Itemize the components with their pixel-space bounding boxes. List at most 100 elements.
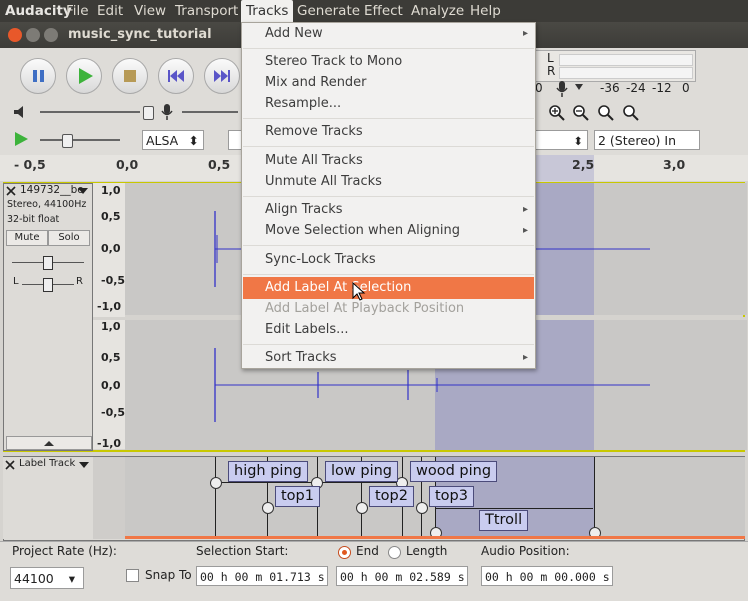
menu-item-add-new[interactable]: Add New ▸: [243, 23, 534, 45]
submenu-arrow-icon: ▸: [522, 225, 528, 236]
selection-end-field[interactable]: 00 h 00 m 02.589 s: [336, 566, 468, 586]
scale-label: -1,0: [97, 437, 122, 450]
menu-view[interactable]: View: [134, 3, 166, 19]
pan-thumb[interactable]: [43, 278, 53, 292]
label-top3[interactable]: top3: [429, 486, 474, 507]
meter-right-bar: [559, 67, 693, 79]
playback-device-select[interactable]: [228, 130, 242, 150]
label-marker-line: [215, 457, 216, 539]
mouse-cursor-icon: [352, 282, 366, 301]
label-grip[interactable]: [210, 477, 222, 489]
menu-item-add-label-selection[interactable]: Add Label At Selection: [243, 277, 534, 299]
menu-file[interactable]: File: [66, 3, 89, 19]
menu-item-mix-and-render[interactable]: Mix and Render: [243, 72, 534, 94]
record-mic-icon: [161, 104, 173, 120]
menu-item-unmute-all[interactable]: Unmute All Tracks: [243, 171, 534, 193]
meter-dropdown-icon[interactable]: [575, 83, 583, 91]
menu-item-edit-labels[interactable]: Edit Labels...: [243, 319, 534, 341]
label-low-ping[interactable]: low ping: [325, 461, 398, 482]
audio-host-select[interactable]: ALSA ⬍: [142, 130, 204, 150]
menu-effect[interactable]: Effect: [364, 3, 403, 19]
audio-track-name[interactable]: 149732__be: [20, 184, 84, 196]
close-label-track-icon[interactable]: [5, 460, 15, 470]
menu-item-remove-tracks[interactable]: Remove Tracks: [243, 121, 534, 143]
pause-icon: [33, 70, 44, 82]
play-speed-slider[interactable]: [40, 139, 120, 141]
audio-position-field[interactable]: 00 h 00 m 00.000 s: [481, 566, 613, 586]
selection-end-value: 00 h 00 m 02.589 s: [340, 570, 465, 584]
project-rate-value: 44100: [14, 571, 54, 586]
recording-channels-value: 2 (Stereo) In: [598, 133, 676, 148]
close-window-button[interactable]: [8, 28, 22, 42]
minimize-window-button[interactable]: [26, 28, 40, 42]
menu-item-label: Sort Tracks: [265, 350, 337, 365]
record-volume-slider[interactable]: [182, 111, 238, 113]
menu-separator: [243, 196, 534, 197]
submenu-arrow-icon: ▸: [522, 28, 528, 39]
menu-item-label: Move Selection when Aligning: [265, 223, 460, 238]
collapse-up-icon: [44, 441, 54, 446]
fit-project-icon[interactable]: [622, 104, 640, 122]
track-menu-dropdown-icon[interactable]: [78, 187, 88, 195]
label-top1[interactable]: top1: [275, 486, 320, 507]
label-ttroll[interactable]: Ttroll: [479, 510, 529, 531]
maximize-window-button[interactable]: [44, 28, 58, 42]
label-track-area[interactable]: high ping low ping wood ping top1 top2 t…: [125, 457, 745, 539]
close-track-icon[interactable]: [6, 186, 16, 196]
menu-transport[interactable]: Transport: [175, 3, 238, 19]
menu-tracks[interactable]: Tracks: [241, 0, 294, 22]
label-track-dropdown-icon[interactable]: [79, 461, 89, 469]
menu-separator: [243, 48, 534, 49]
pause-button[interactable]: [20, 58, 56, 94]
menu-item-sort-tracks[interactable]: Sort Tracks ▸: [243, 347, 534, 369]
play-button[interactable]: [66, 58, 102, 94]
label-grip[interactable]: [416, 502, 428, 514]
gain-thumb[interactable]: [43, 256, 53, 270]
menu-item-resample[interactable]: Resample...: [243, 93, 534, 115]
collapse-track-button[interactable]: [6, 436, 92, 450]
menu-item-move-selection-aligning[interactable]: Move Selection when Aligning ▸: [243, 220, 534, 242]
skip-to-end-button[interactable]: [204, 58, 240, 94]
audio-position-label: Audio Position:: [481, 544, 570, 558]
selection-start-field[interactable]: 00 h 00 m 01.713 s: [196, 566, 328, 586]
menu-generate[interactable]: Generate: [297, 3, 360, 19]
menu-item-align-tracks[interactable]: Align Tracks ▸: [243, 199, 534, 221]
zoom-out-icon[interactable]: [572, 104, 590, 122]
meter-left-bar: [559, 54, 693, 66]
menu-item-mute-all[interactable]: Mute All Tracks: [243, 150, 534, 172]
meter-fragment: 0: [535, 81, 543, 95]
label-track-name[interactable]: Label Track: [19, 458, 75, 469]
snap-to-checkbox[interactable]: [126, 569, 139, 582]
label-span-line: [436, 508, 593, 509]
fit-selection-icon[interactable]: [597, 104, 615, 122]
play-icon: [79, 68, 93, 84]
selection-toolbar: Project Rate (Hz): 44100 ▾ Snap To Select…: [0, 541, 748, 601]
menu-item-stereo-to-mono[interactable]: Stereo Track to Mono: [243, 51, 534, 73]
end-radio[interactable]: [338, 546, 351, 559]
label-span-line: [216, 482, 316, 483]
label-grip[interactable]: [262, 502, 274, 514]
playback-volume-slider[interactable]: [40, 111, 140, 113]
play-at-speed-icon[interactable]: [12, 130, 30, 148]
recording-device-select[interactable]: ⬍: [534, 130, 588, 150]
menu-help[interactable]: Help: [470, 3, 501, 19]
length-radio[interactable]: [388, 546, 401, 559]
label-grip[interactable]: [356, 502, 368, 514]
label-high-ping[interactable]: high ping: [228, 461, 308, 482]
solo-button[interactable]: Solo: [48, 230, 90, 246]
playback-volume-thumb[interactable]: [143, 106, 154, 120]
menu-analyze[interactable]: Analyze: [411, 3, 464, 19]
menu-edit[interactable]: Edit: [97, 3, 123, 19]
microphone-icon[interactable]: [553, 79, 571, 99]
play-speed-thumb[interactable]: [62, 134, 73, 148]
zoom-in-icon[interactable]: [548, 104, 566, 122]
label-top2[interactable]: top2: [369, 486, 414, 507]
mute-button[interactable]: Mute: [6, 230, 48, 246]
menu-item-sync-lock[interactable]: Sync-Lock Tracks: [243, 249, 534, 271]
skip-to-start-button[interactable]: [158, 58, 194, 94]
recording-channels-select[interactable]: 2 (Stereo) In: [594, 130, 700, 150]
stop-button[interactable]: [112, 58, 148, 94]
meter-panel: L R: [534, 50, 696, 82]
label-wood-ping[interactable]: wood ping: [410, 461, 498, 482]
project-rate-select[interactable]: 44100 ▾: [10, 567, 84, 589]
